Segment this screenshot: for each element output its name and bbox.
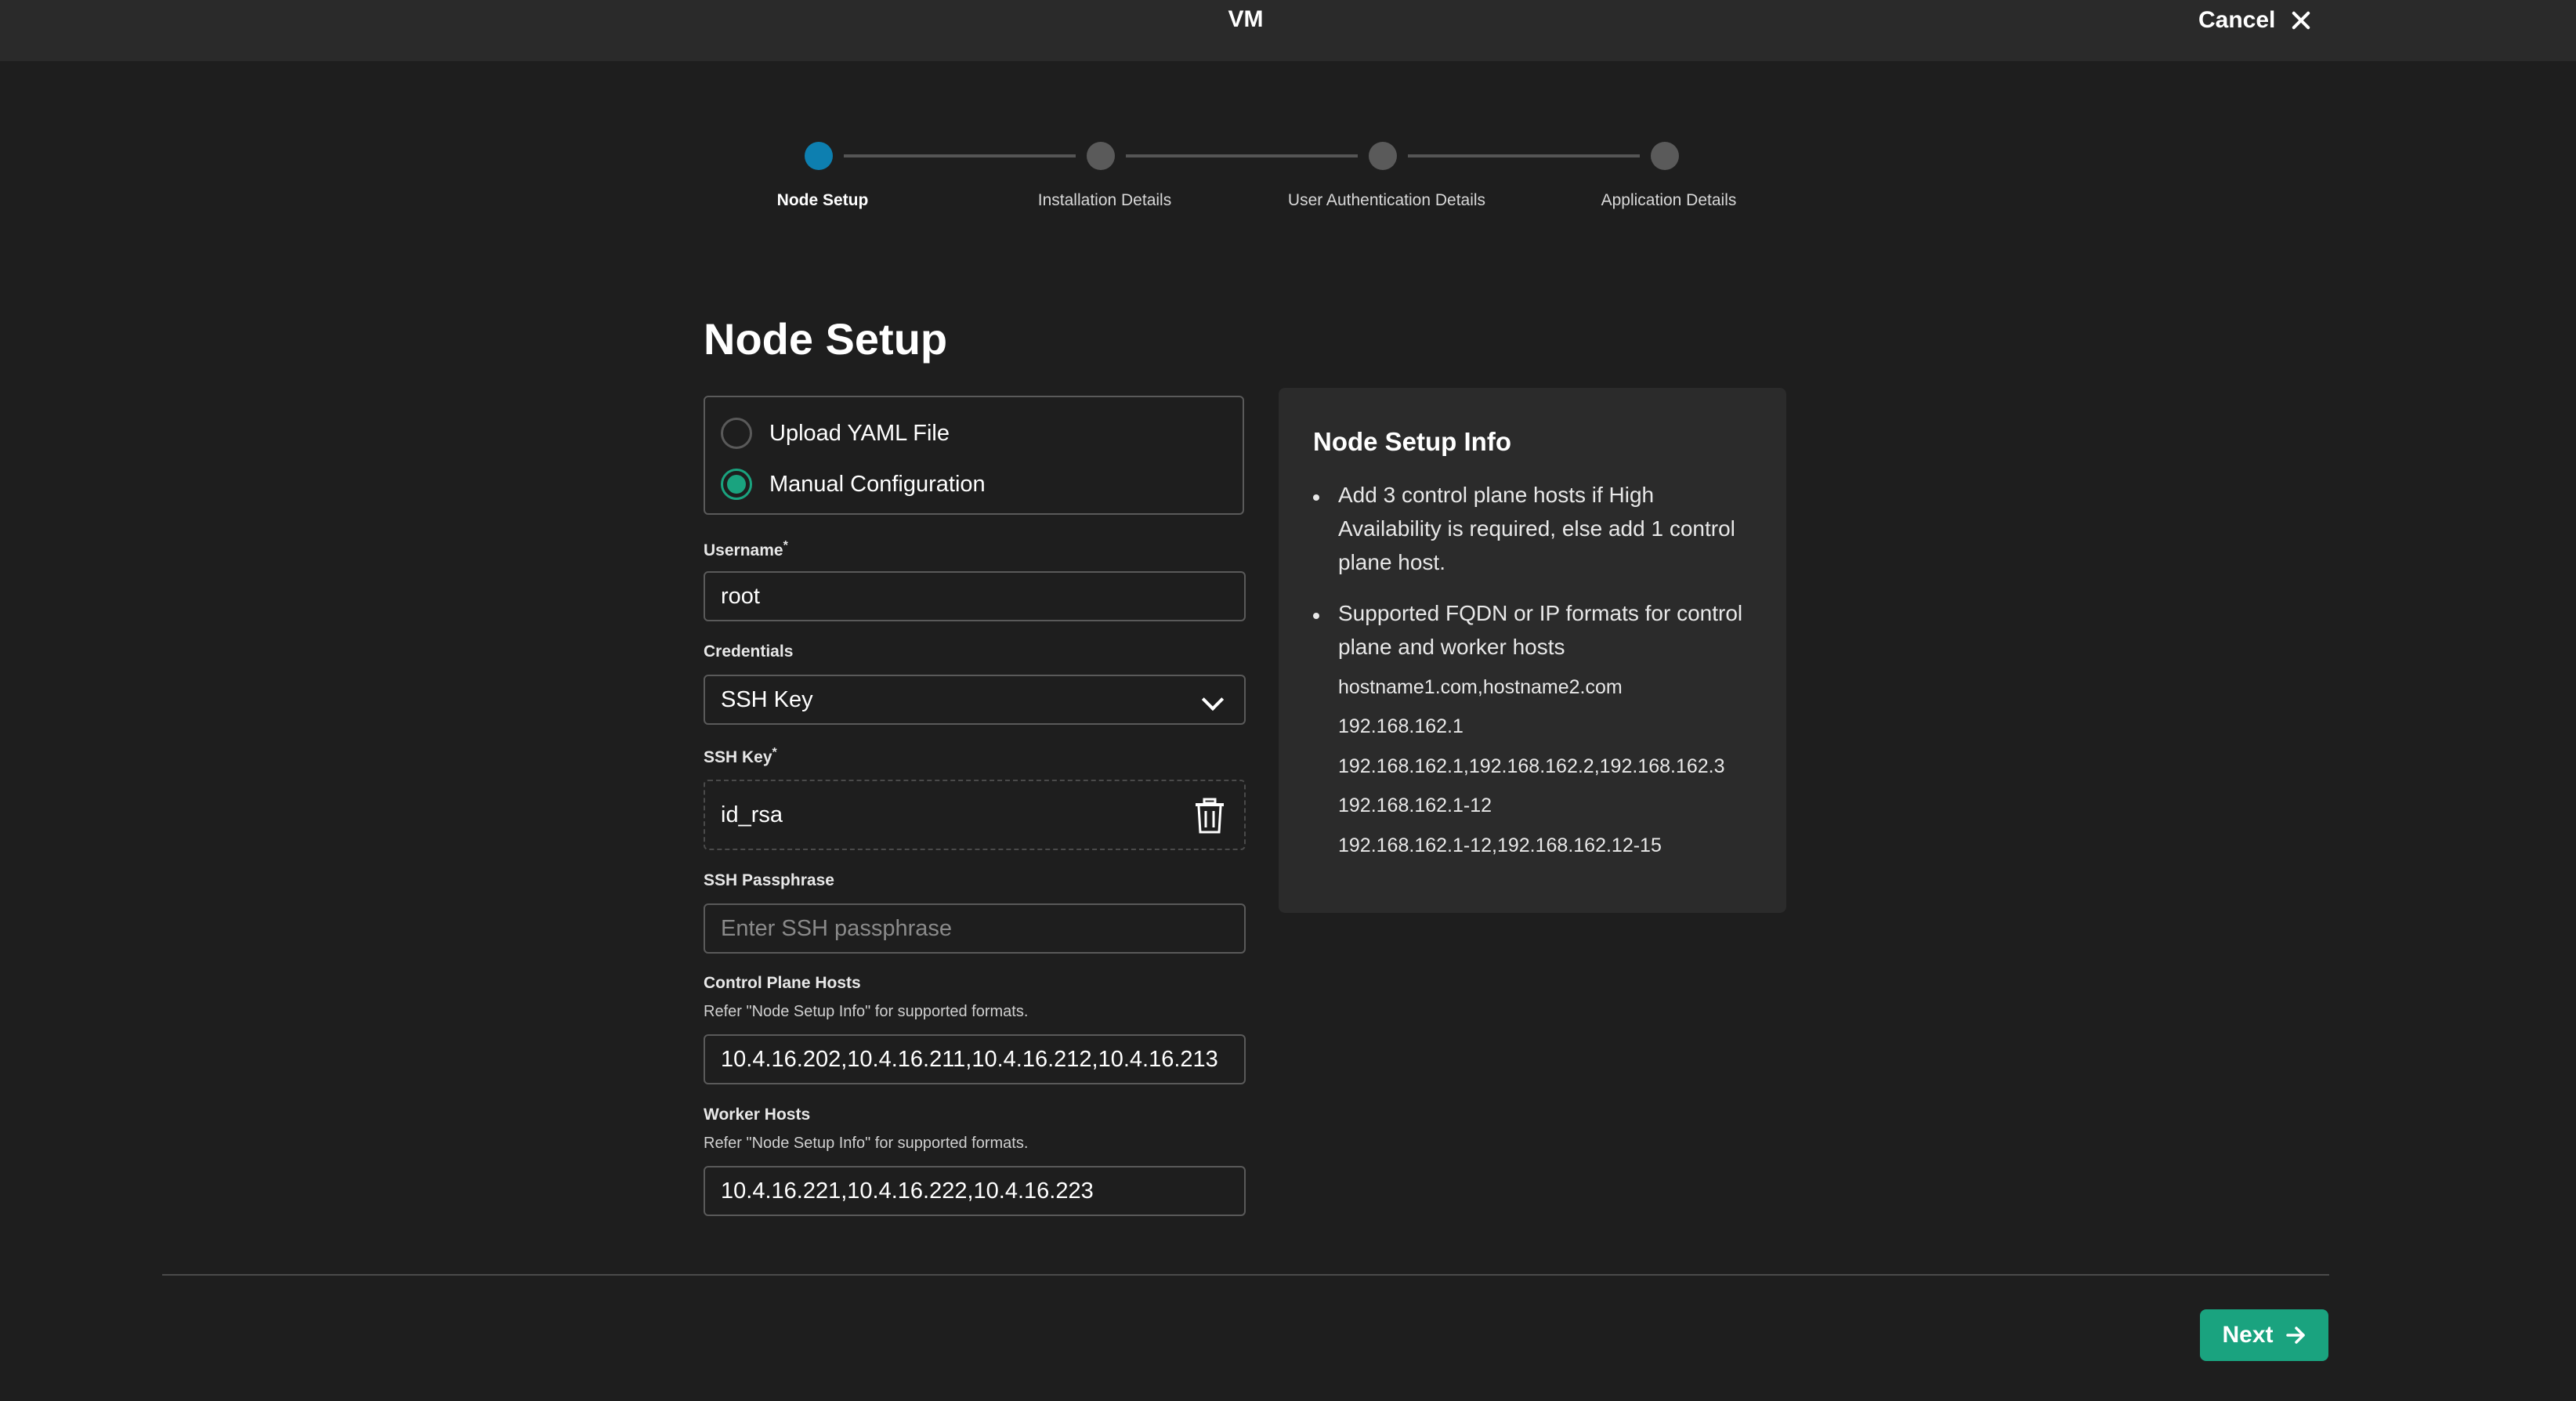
credentials-select[interactable]: SSH Key (704, 675, 1246, 725)
required-mark: * (772, 746, 777, 759)
page-title: Node Setup (704, 314, 948, 364)
worker-hosts-help: Refer "Node Setup Info" for supported fo… (704, 1135, 1029, 1152)
step-indicator-node-setup (805, 142, 833, 170)
radio-upload-yaml[interactable]: Upload YAML File (721, 416, 950, 451)
format-example: 192.168.162.1,192.168.162.2,192.168.162.… (1338, 755, 1725, 777)
trash-icon[interactable] (1192, 797, 1227, 834)
chevron-down-icon (1201, 688, 1225, 711)
setup-mode-radio-group: Upload YAML File Manual Configuration (704, 396, 1244, 515)
step-label-node-setup: Node Setup (776, 191, 869, 209)
ssh-key-filename: id_rsa (721, 802, 783, 827)
ssh-key-label: SSH Key* (704, 746, 777, 766)
radio-unchecked-icon (721, 418, 752, 449)
radio-manual-configuration[interactable]: Manual Configuration (721, 467, 986, 501)
step-connector (1408, 154, 1640, 157)
worker-hosts-field[interactable]: 10.4.16.221,10.4.16.222,10.4.16.223 (704, 1166, 1246, 1216)
step-indicator-user-authentication-details (1369, 142, 1397, 170)
wizard-stepper: Node Setup Installation Details User Aut… (0, 0, 2576, 235)
radio-label: Upload YAML File (769, 420, 950, 446)
step-connector (1126, 154, 1358, 157)
step-label-user-authentication-details: User Authentication Details (1287, 191, 1486, 209)
radio-checked-icon (721, 469, 752, 500)
info-title: Node Setup Info (1313, 427, 1511, 456)
format-example: hostname1.com,hostname2.com (1338, 676, 1623, 698)
ssh-passphrase-field[interactable]: Enter SSH passphrase (704, 903, 1246, 954)
step-indicator-installation-details (1087, 142, 1115, 170)
ssh-passphrase-label: SSH Passphrase (704, 871, 834, 889)
format-example: 192.168.162.1-12 (1338, 795, 1492, 816)
step-connector (844, 154, 1076, 157)
info-bullet: Supported FQDN or IP formats for control… (1313, 596, 1761, 664)
control-plane-hosts-field[interactable]: 10.4.16.202,10.4.16.211,10.4.16.212,10.4… (704, 1034, 1246, 1084)
control-plane-hosts-help: Refer "Node Setup Info" for supported fo… (704, 1003, 1029, 1020)
step-indicator-application-details (1651, 142, 1679, 170)
ssh-key-file-field[interactable]: id_rsa (704, 780, 1246, 850)
next-button[interactable]: Next (2200, 1309, 2328, 1361)
required-mark: * (783, 539, 788, 552)
control-plane-hosts-label: Control Plane Hosts (704, 974, 861, 992)
footer-divider (162, 1274, 2329, 1276)
format-example: 192.168.162.1 (1338, 715, 1463, 737)
credentials-selected-value: SSH Key (721, 686, 813, 712)
next-label: Next (2222, 1322, 2274, 1348)
info-bullet: Add 3 control plane hosts if High Availa… (1313, 478, 1761, 579)
username-label: Username* (704, 539, 788, 559)
username-field[interactable]: root (704, 571, 1246, 621)
credentials-label: Credentials (704, 643, 794, 661)
node-setup-info-panel: Node Setup Info Add 3 control plane host… (1279, 388, 1786, 913)
radio-label: Manual Configuration (769, 471, 986, 497)
format-example: 192.168.162.1-12,192.168.162.12-15 (1338, 834, 1662, 856)
worker-hosts-label: Worker Hosts (704, 1106, 811, 1124)
arrow-right-icon (2285, 1327, 2305, 1344)
step-label-installation-details: Installation Details (1037, 191, 1172, 209)
step-label-application-details: Application Details (1601, 191, 1737, 209)
